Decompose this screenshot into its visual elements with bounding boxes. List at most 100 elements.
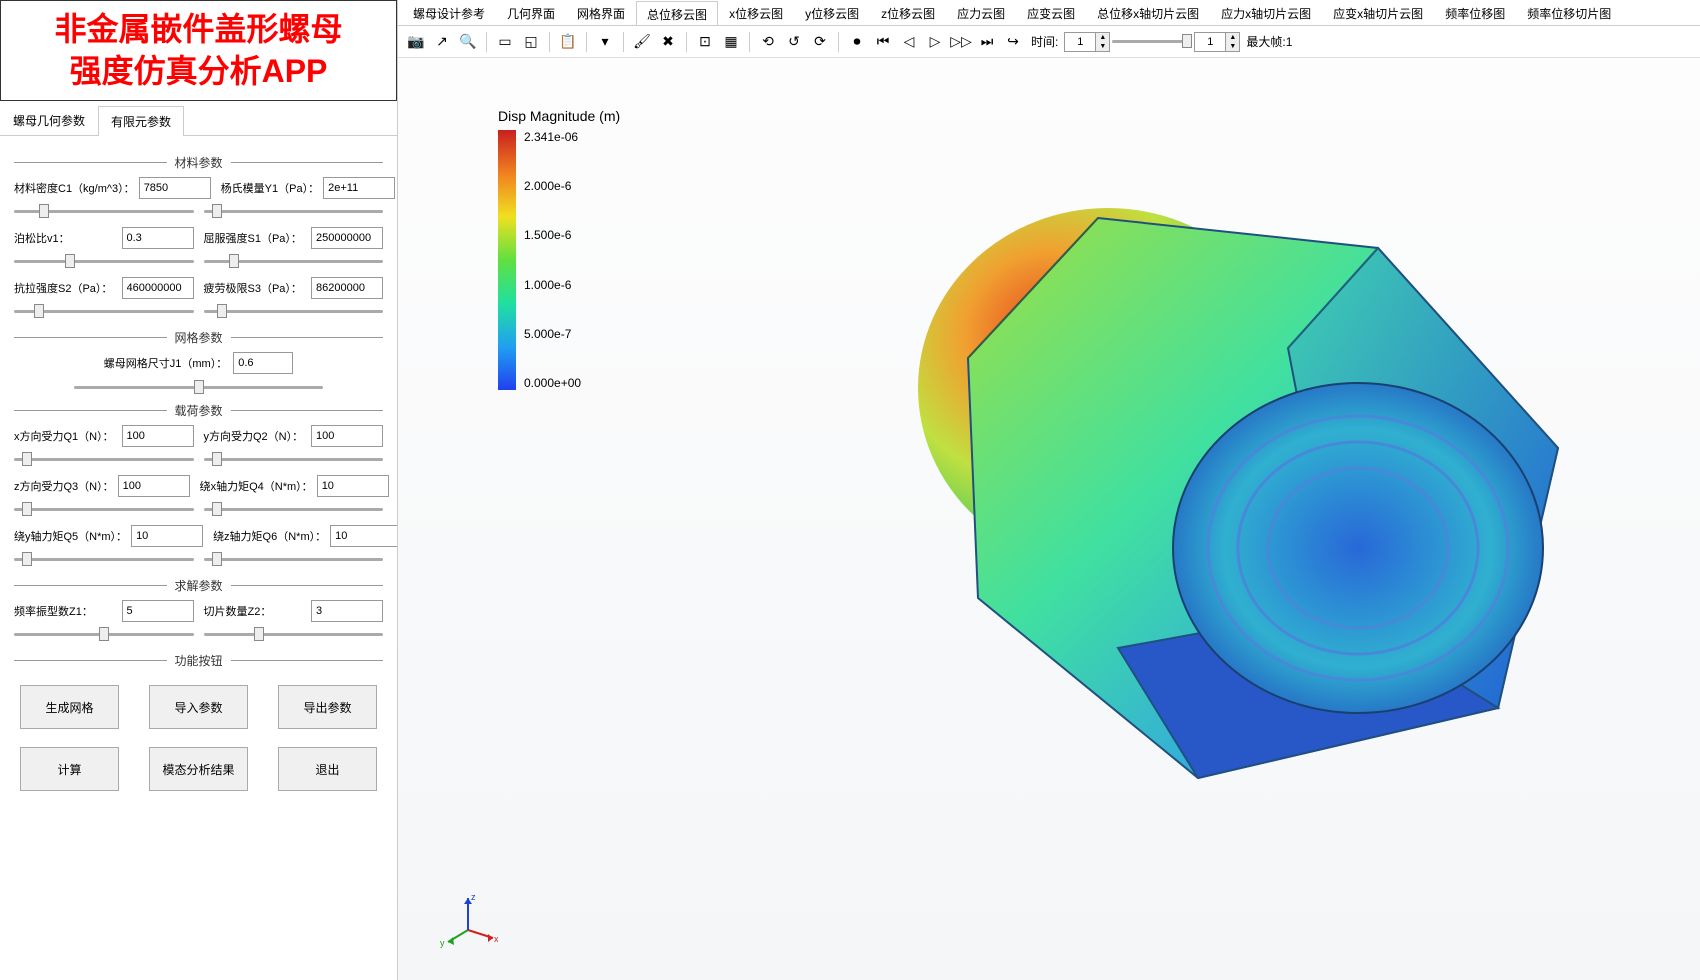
slider-z1[interactable] <box>14 626 194 642</box>
record-icon[interactable]: ⏺ <box>845 30 869 54</box>
input-j1[interactable] <box>233 352 293 374</box>
slider-s2[interactable] <box>14 303 194 319</box>
grid-dash-icon[interactable]: ⊡ <box>693 30 717 54</box>
svg-text:x: x <box>494 934 498 944</box>
grid-solid-icon[interactable]: ▦ <box>719 30 743 54</box>
input-q5[interactable] <box>131 525 203 547</box>
tab-freq-disp[interactable]: 频率位移图 <box>1434 0 1516 25</box>
tab-total-disp[interactable]: 总位移云图 <box>636 1 718 26</box>
loop-icon[interactable]: ↪ <box>1001 30 1025 54</box>
input-q4[interactable] <box>317 475 389 497</box>
slider-s3[interactable] <box>204 303 384 319</box>
play-icon[interactable]: ▷ <box>923 30 947 54</box>
input-q6[interactable] <box>330 525 397 547</box>
slider-j1[interactable] <box>74 386 323 389</box>
import-params-button[interactable]: 导入参数 <box>149 685 248 729</box>
slider-q3[interactable] <box>14 501 194 517</box>
input-q1[interactable] <box>122 425 194 447</box>
camera-icon[interactable]: 📷 <box>404 30 428 54</box>
label-v1: 泊松比v1： <box>14 230 118 246</box>
tab-stress[interactable]: 应力云图 <box>946 0 1016 25</box>
reset-icon[interactable]: ↺ <box>782 30 806 54</box>
zoom-icon[interactable]: 🔍 <box>456 30 480 54</box>
app-title: 非金属嵌件盖形螺母 强度仿真分析APP <box>0 0 397 101</box>
axis-gizmo-icon: x y z <box>438 890 498 950</box>
time-slider[interactable] <box>1112 40 1192 43</box>
next-frame-icon[interactable]: ▷▷ <box>949 30 973 54</box>
prev-frame-icon[interactable]: ◁ <box>897 30 921 54</box>
slider-v1[interactable] <box>14 253 194 269</box>
input-z2[interactable] <box>311 600 383 622</box>
slider-q2[interactable] <box>204 451 384 467</box>
sidebar-tabs: 螺母几何参数 有限元参数 <box>0 105 397 136</box>
refresh-icon[interactable]: ⟳ <box>808 30 832 54</box>
section-material: 材料参数 <box>14 154 383 171</box>
tab-geometry-params[interactable]: 螺母几何参数 <box>0 105 98 135</box>
generate-mesh-button[interactable]: 生成网格 <box>20 685 119 729</box>
compute-button[interactable]: 计算 <box>20 747 119 791</box>
input-y1[interactable] <box>323 177 395 199</box>
modal-results-button[interactable]: 模态分析结果 <box>149 747 248 791</box>
slider-q6[interactable] <box>204 551 384 567</box>
slider-c1[interactable] <box>14 203 194 219</box>
slider-q4[interactable] <box>204 501 384 517</box>
tab-freq-disp-slice[interactable]: 频率位移切片图 <box>1516 0 1622 25</box>
slider-z2[interactable] <box>204 626 384 642</box>
rotate-icon[interactable]: ⟲ <box>756 30 780 54</box>
legend-tick: 1.500e-6 <box>524 228 581 242</box>
result-tabs: 螺母设计参考 几何界面 网格界面 总位移云图 x位移云图 y位移云图 z位移云图… <box>398 0 1700 26</box>
tab-x-disp[interactable]: x位移云图 <box>718 0 794 25</box>
legend-tick: 2.341e-06 <box>524 130 581 144</box>
tab-strain-slice-x[interactable]: 应变x轴切片云图 <box>1322 0 1434 25</box>
time-label: 时间: <box>1031 33 1058 50</box>
legend-tick: 2.000e-6 <box>524 179 581 193</box>
select-box-icon[interactable]: ▭ <box>493 30 517 54</box>
input-c1[interactable] <box>139 177 211 199</box>
select-lasso-icon[interactable]: ◱ <box>519 30 543 54</box>
exit-button[interactable]: 退出 <box>278 747 377 791</box>
first-frame-icon[interactable]: ⏮ <box>871 30 895 54</box>
tab-z-disp[interactable]: z位移云图 <box>870 0 946 25</box>
slider-s1[interactable] <box>204 253 384 269</box>
tab-disp-slice-x[interactable]: 总位移x轴切片云图 <box>1086 0 1210 25</box>
svg-text:y: y <box>440 938 445 948</box>
tab-geometry-view[interactable]: 几何界面 <box>496 0 566 25</box>
tab-strain[interactable]: 应变云图 <box>1016 0 1086 25</box>
export-icon[interactable]: ↗ <box>430 30 454 54</box>
input-q2[interactable] <box>311 425 383 447</box>
copy-icon[interactable]: 📋 <box>556 30 580 54</box>
slider-y1[interactable] <box>204 203 384 219</box>
slider-q1[interactable] <box>14 451 194 467</box>
input-s2[interactable] <box>122 277 194 299</box>
section-solve: 求解参数 <box>14 577 383 594</box>
tab-stress-slice-x[interactable]: 应力x轴切片云图 <box>1210 0 1322 25</box>
label-c1: 材料密度C1（kg/m^3）： <box>14 180 135 196</box>
last-frame-icon[interactable]: ⏭ <box>975 30 999 54</box>
tab-y-disp[interactable]: y位移云图 <box>794 0 870 25</box>
filter-icon[interactable]: ▾ <box>593 30 617 54</box>
time-spinner[interactable]: ▲▼ <box>1064 32 1110 52</box>
legend-tick: 1.000e-6 <box>524 278 581 292</box>
label-s2: 抗拉强度S2（Pa）： <box>14 280 118 296</box>
input-z1[interactable] <box>122 600 194 622</box>
tab-fem-params[interactable]: 有限元参数 <box>98 106 184 136</box>
label-q2: y方向受力Q2（N）： <box>204 428 308 444</box>
label-z1: 频率振型数Z1： <box>14 603 118 619</box>
label-q5: 绕y轴力矩Q5（N*m）： <box>14 528 127 544</box>
input-s1[interactable] <box>311 227 383 249</box>
frame-spinner[interactable]: ▲▼ <box>1194 32 1240 52</box>
brush-icon[interactable]: 🖌 <box>630 30 654 54</box>
legend-tick: 0.000e+00 <box>524 376 581 390</box>
legend-title: Disp Magnitude (m) <box>498 108 620 124</box>
color-legend: Disp Magnitude (m) 2.341e-06 2.000e-6 1.… <box>498 108 620 390</box>
slider-q5[interactable] <box>14 551 194 567</box>
erase-icon[interactable]: ✖ <box>656 30 680 54</box>
export-params-button[interactable]: 导出参数 <box>278 685 377 729</box>
viewport-3d[interactable]: Disp Magnitude (m) 2.341e-06 2.000e-6 1.… <box>398 58 1700 980</box>
viewport-toolbar: 📷 ↗ 🔍 ▭ ◱ 📋 ▾ 🖌 ✖ ⊡ ▦ ⟲ ↺ ⟳ ⏺ ⏮ ◁ ▷ ▷▷ <box>398 26 1700 58</box>
input-v1[interactable] <box>122 227 194 249</box>
input-s3[interactable] <box>311 277 383 299</box>
input-q3[interactable] <box>118 475 190 497</box>
tab-mesh-view[interactable]: 网格界面 <box>566 0 636 25</box>
tab-design-ref[interactable]: 螺母设计参考 <box>402 0 496 25</box>
